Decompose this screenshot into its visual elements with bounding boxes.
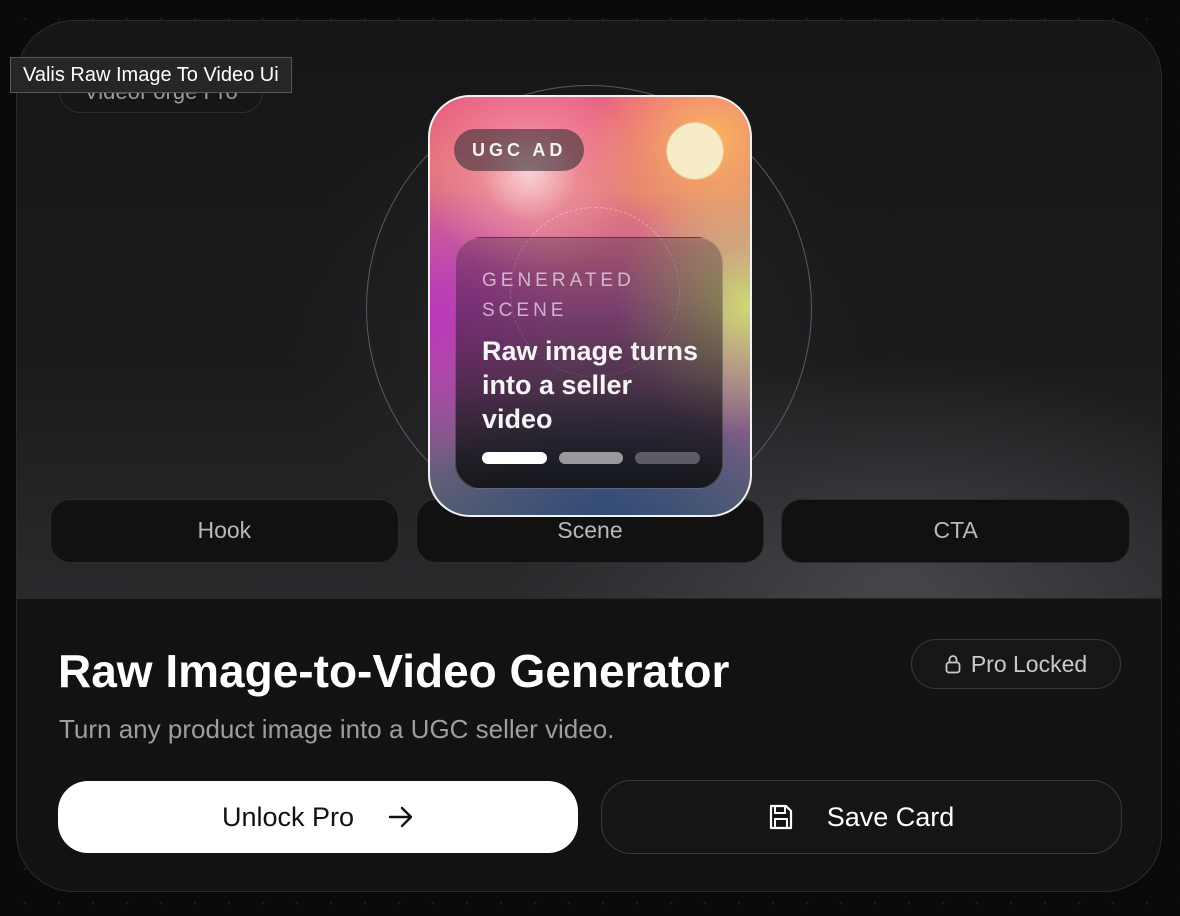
- progress-segment: [635, 452, 701, 464]
- scene-progress: [482, 452, 701, 464]
- progress-segment: [558, 452, 624, 464]
- video-preview-phone: UGC AD GENERATED SCENE Raw image turns i…: [428, 95, 752, 517]
- progress-segment: [482, 452, 547, 464]
- scene-panel: GENERATED SCENE Raw image turns into a s…: [455, 237, 723, 489]
- floppy-disk-icon: [769, 804, 792, 830]
- unlock-pro-label: Unlock Pro: [221, 801, 355, 832]
- preview-stage: VideoForge Pro Hook Scene CTA UGC AD GEN…: [17, 21, 1161, 599]
- hover-tooltip: Valis Raw Image To Video Ui: [10, 57, 292, 93]
- step-cta[interactable]: CTA: [781, 499, 1131, 563]
- step-hook[interactable]: Hook: [50, 499, 399, 563]
- lock-icon: [945, 655, 961, 674]
- scene-eyebrow: GENERATED SCENE: [482, 270, 635, 321]
- generator-card: VideoForge Pro Hook Scene CTA UGC AD GEN…: [16, 20, 1162, 892]
- status-dot: [667, 123, 723, 179]
- page-subtitle: Turn any product image into a UGC seller…: [59, 714, 615, 744]
- page-title: Raw Image-to-Video Generator: [58, 645, 730, 697]
- ugc-ad-badge: UGC AD: [454, 129, 585, 171]
- pro-locked-badge: Pro Locked: [911, 639, 1121, 689]
- save-card-label: Save Card: [826, 801, 955, 832]
- arrow-right-icon: [388, 806, 413, 828]
- save-card-button[interactable]: Save Card: [601, 780, 1122, 854]
- pro-locked-label: Pro Locked: [970, 650, 1088, 677]
- scene-title: Raw image turns into a seller video: [482, 336, 699, 434]
- unlock-pro-button[interactable]: Unlock Pro: [58, 781, 578, 853]
